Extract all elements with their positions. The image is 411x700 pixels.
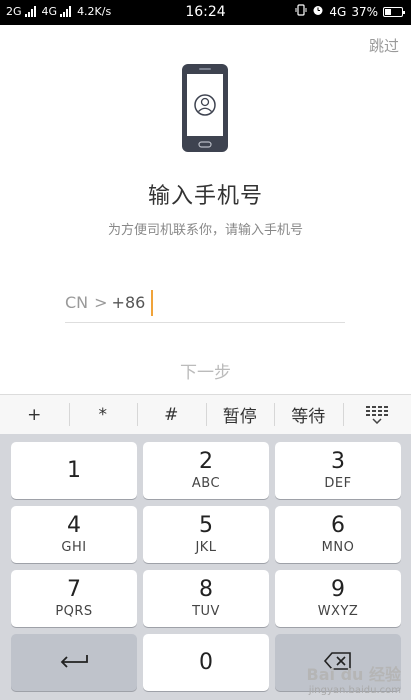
plus-key[interactable]: + bbox=[0, 395, 69, 434]
status-right: 4G 37% bbox=[295, 4, 405, 19]
key-digit: 1 bbox=[67, 457, 81, 483]
key-letters: PQRS bbox=[55, 604, 93, 619]
key-letters: MNO bbox=[321, 540, 355, 555]
key-9[interactable]: 9 WXYZ bbox=[275, 570, 401, 627]
key-2[interactable]: 2 ABC bbox=[143, 442, 269, 499]
key-letters: GHI bbox=[61, 540, 87, 555]
key-digit: 2 bbox=[199, 449, 213, 474]
key-digit: 9 bbox=[331, 577, 345, 602]
numeric-keypad: 1 2 ABC 3 DEF 4 GHI 5 JKL 6 MNO 7 PQRS 8 TUV 9 W… bbox=[0, 434, 411, 700]
key-letters: ABC bbox=[191, 476, 221, 491]
pause-key[interactable]: 暂停 bbox=[205, 395, 275, 434]
key-digit: 5 bbox=[199, 513, 213, 538]
network-type-3: 4G bbox=[329, 4, 347, 19]
key-digit: 7 bbox=[67, 577, 81, 602]
hash-key[interactable]: # bbox=[137, 395, 206, 434]
enter-key[interactable] bbox=[11, 634, 137, 691]
wait-key[interactable]: 等待 bbox=[274, 395, 343, 434]
alarm-icon bbox=[312, 4, 324, 19]
key-1[interactable]: 1 bbox=[11, 442, 137, 499]
keyboard-toolbar: + * # 暂停 等待 bbox=[0, 394, 411, 434]
key-3[interactable]: 3 DEF bbox=[275, 442, 401, 499]
key-letters: JKL bbox=[195, 540, 217, 555]
vibrate-icon bbox=[295, 4, 307, 19]
key-letters: DEF bbox=[324, 476, 352, 491]
next-step-button[interactable]: 下一步 bbox=[0, 358, 411, 383]
key-letters: WXYZ bbox=[317, 604, 359, 619]
key-digit: 4 bbox=[67, 513, 81, 538]
status-bar: 2G 4G 4.2K/s 16:24 4G 37% bbox=[0, 0, 411, 25]
key-letters: TUV bbox=[192, 604, 220, 619]
key-8[interactable]: 8 TUV bbox=[143, 570, 269, 627]
page-title: 输入手机号 bbox=[147, 184, 263, 209]
phone-user-icon bbox=[181, 63, 229, 153]
key-digit: 6 bbox=[331, 513, 345, 538]
key-5[interactable]: 5 JKL bbox=[143, 506, 269, 563]
chevron-right-icon[interactable]: > bbox=[94, 293, 107, 312]
key-4[interactable]: 4 GHI bbox=[11, 506, 137, 563]
text-cursor bbox=[151, 289, 154, 316]
battery-percent: 37% bbox=[351, 4, 378, 19]
star-key[interactable]: * bbox=[68, 395, 138, 434]
watermark-url: jingyan.baidu.com bbox=[308, 685, 401, 696]
watermark: Bai du 经验 jingyan.baidu.com bbox=[307, 661, 401, 696]
dial-prefix: +86 bbox=[111, 293, 146, 312]
battery-icon bbox=[383, 6, 405, 17]
key-7[interactable]: 7 PQRS bbox=[11, 570, 137, 627]
country-code[interactable]: CN bbox=[65, 293, 88, 312]
skip-button[interactable]: 跳过 bbox=[369, 35, 399, 56]
key-0[interactable]: 0 bbox=[143, 634, 269, 691]
enter-arrow-icon bbox=[59, 653, 89, 673]
keyboard-hide-icon[interactable] bbox=[342, 395, 411, 434]
watermark-brand: Bai du 经验 bbox=[306, 665, 401, 684]
key-6[interactable]: 6 MNO bbox=[275, 506, 401, 563]
phone-number-input[interactable]: CN > +86 bbox=[65, 283, 345, 323]
page-subtitle: 为方便司机联系你，请输入手机号 bbox=[107, 223, 303, 238]
key-digit: 8 bbox=[199, 577, 213, 602]
key-digit: 0 bbox=[199, 649, 213, 675]
key-digit: 3 bbox=[331, 449, 345, 474]
